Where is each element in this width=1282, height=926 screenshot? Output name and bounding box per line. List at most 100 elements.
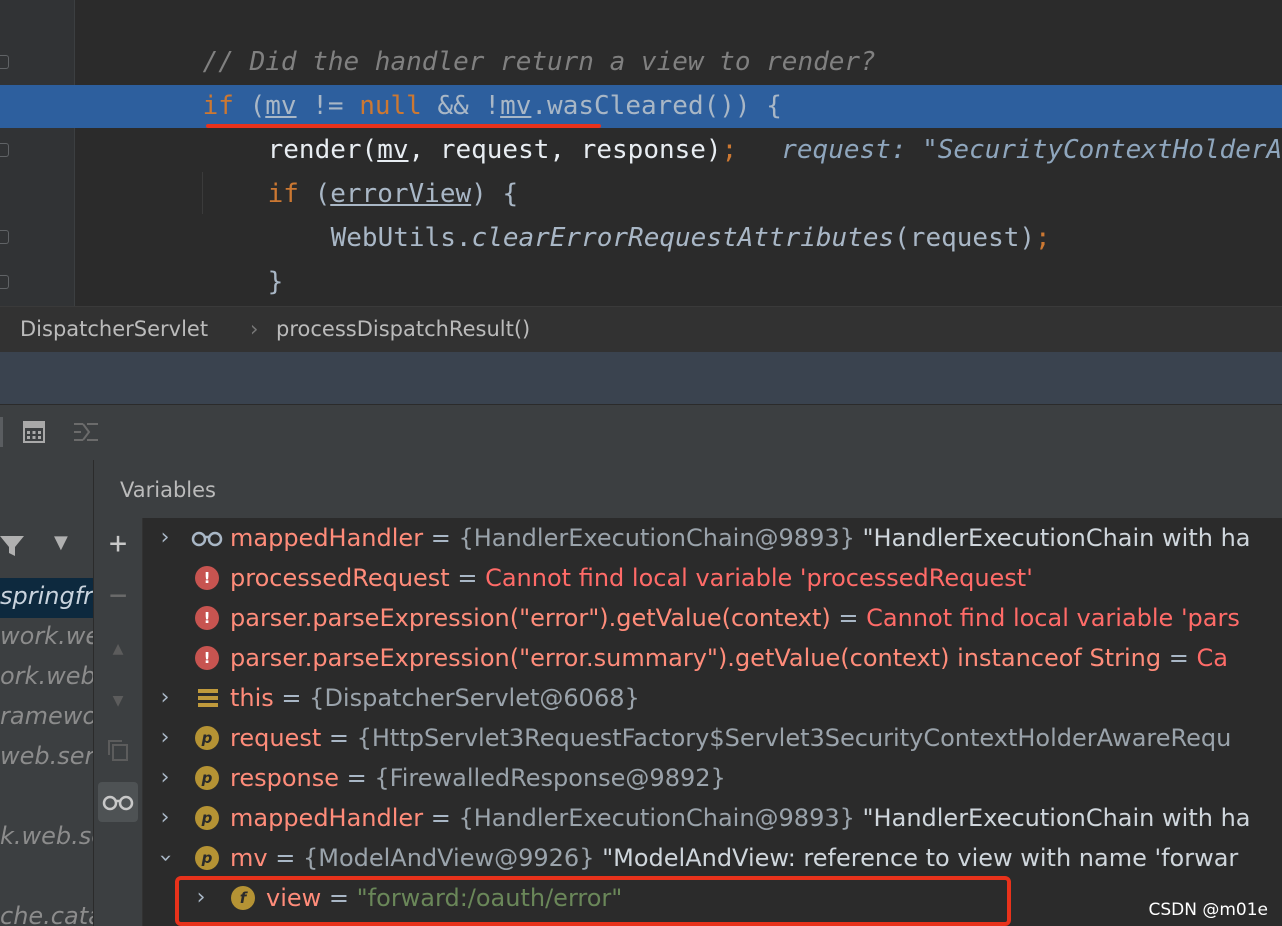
- frame-item[interactable]: che.cata: [0, 902, 93, 926]
- variable-row[interactable]: ! processedRequest = Cannot find local v…: [143, 558, 1282, 598]
- fold-marker[interactable]: [0, 55, 9, 69]
- fold-marker[interactable]: [0, 230, 9, 244]
- equals-sign: =: [423, 524, 459, 552]
- parameter-icon: p: [195, 806, 219, 830]
- code-line-comment: // Did the handler return a view to rend…: [140, 0, 876, 77]
- error-message: Ca: [1196, 644, 1228, 672]
- remove-watch-icon[interactable]: −: [104, 578, 132, 613]
- chevron-right-icon[interactable]: ›: [155, 758, 175, 798]
- variable-value: {HandlerExecutionChain@9893}: [458, 524, 855, 552]
- equals-sign: =: [423, 804, 459, 832]
- breadcrumb-separator: ›: [250, 317, 259, 341]
- equals-sign: =: [830, 604, 867, 632]
- variable-name: parser.parseExpression("error").getValue…: [230, 604, 831, 632]
- variable-row[interactable]: › p mappedHandler = {HandlerExecutionCha…: [143, 798, 1282, 838]
- variable-name: mv: [230, 844, 268, 872]
- equals-sign: =: [449, 564, 486, 592]
- add-watch-icon[interactable]: +: [104, 526, 132, 561]
- code-line-render: render(mv, request, response); request: "…: [205, 84, 1282, 165]
- method-clear-error-request-attributes[interactable]: clearErrorRequestAttributes: [472, 223, 895, 253]
- variable-name: request: [230, 724, 322, 752]
- frame-item[interactable]: rameworl: [0, 702, 93, 730]
- trace-current-stream-icon[interactable]: [73, 420, 99, 444]
- annotation-highlight-box: [175, 876, 1011, 926]
- chevron-down-icon[interactable]: ›: [145, 848, 185, 868]
- chevron-right-icon[interactable]: ›: [155, 798, 175, 838]
- indent-guide: [202, 172, 203, 214]
- variable-row[interactable]: › this = {DispatcherServlet@6068}: [143, 678, 1282, 718]
- variable-value: {ModelAndView@9926}: [302, 844, 595, 872]
- breadcrumb: DispatcherServlet › processDispatchResul…: [0, 306, 1282, 353]
- code-line-close-outer: }: [140, 260, 218, 304]
- variable-name: mappedHandler: [230, 524, 424, 552]
- chevron-right-icon[interactable]: ›: [155, 518, 175, 558]
- chevron-right-icon[interactable]: ›: [155, 718, 175, 758]
- filter-icon[interactable]: [0, 534, 26, 558]
- equals-sign: =: [1161, 644, 1197, 672]
- variable-name: mappedHandler: [230, 804, 424, 832]
- error-icon: !: [195, 566, 219, 590]
- frame-item[interactable]: work.web: [0, 622, 93, 650]
- object-icon: [198, 689, 218, 707]
- inline-debug-hint: request: "SecurityContextHolderAwar: [781, 135, 1282, 165]
- variable-value: {HttpServlet3RequestFactory$Servlet3Secu…: [356, 724, 1232, 752]
- chevron-down-icon[interactable]: ▼: [54, 532, 68, 553]
- code-line-clear: WebUtils.clearErrorRequestAttributes(req…: [268, 172, 1051, 253]
- evaluate-expression-icon[interactable]: [22, 420, 46, 444]
- fold-marker[interactable]: [0, 143, 9, 157]
- error-message: Cannot find local variable 'pars: [866, 604, 1240, 632]
- code-line-if: if (mv != null && !mv.wasCleared()) {: [140, 40, 782, 121]
- frame-item[interactable]: web.ser: [0, 742, 93, 770]
- frame-item[interactable]: ork.web: [0, 662, 93, 690]
- breadcrumb-method[interactable]: processDispatchResult(): [276, 317, 530, 341]
- equals-sign: =: [339, 764, 375, 792]
- chevron-right-icon[interactable]: ›: [155, 678, 175, 718]
- panel-divider[interactable]: [0, 352, 1282, 404]
- variable-row[interactable]: › p request = {HttpServlet3RequestFactor…: [143, 718, 1282, 758]
- frame-item[interactable]: springfr: [0, 582, 93, 610]
- duplicate-watch-icon[interactable]: [106, 738, 130, 762]
- variable-row[interactable]: ! parser.parseExpression("error").getVal…: [143, 598, 1282, 638]
- variables-toolbar: + − ▲ ▼: [94, 518, 143, 926]
- debug-toolbar: [0, 404, 1282, 462]
- error-icon: !: [195, 646, 219, 670]
- class-webutils: WebUtils.: [330, 223, 472, 253]
- code-token: ;: [1035, 223, 1051, 253]
- equals-sign: =: [321, 724, 357, 752]
- variable-row[interactable]: › mappedHandler = {HandlerExecutionChain…: [143, 518, 1282, 558]
- glasses-icon: [191, 531, 223, 547]
- code-token: (request): [894, 223, 1036, 253]
- code-editor[interactable]: // Did the handler return a view to rend…: [0, 0, 1282, 306]
- equals-sign: =: [273, 684, 310, 712]
- toolbar-edge: [0, 417, 3, 447]
- code-line-close-inner: }: [205, 216, 284, 297]
- code-line-if-errorview: if (errorView) {: [205, 128, 518, 209]
- variable-value: {FirewalledResponse@9892}: [374, 764, 726, 792]
- code-token: ;: [721, 135, 738, 165]
- error-icon: !: [195, 606, 219, 630]
- variables-tree[interactable]: › mappedHandler = {HandlerExecutionChain…: [143, 518, 1282, 926]
- variable-value: {DispatcherServlet@6068}: [309, 684, 640, 712]
- variable-value: {HandlerExecutionChain@9893}: [458, 804, 855, 832]
- variable-row[interactable]: ! parser.parseExpression("error.summary"…: [143, 638, 1282, 678]
- move-down-icon[interactable]: ▼: [104, 690, 132, 711]
- glasses-icon: [102, 795, 134, 811]
- variable-name: processedRequest: [230, 564, 450, 592]
- frame-item[interactable]: k.web.so: [0, 822, 93, 850]
- show-watches-toggle[interactable]: [98, 782, 138, 822]
- error-message: Cannot find local variable 'processedReq…: [485, 564, 1033, 592]
- equals-sign: =: [267, 844, 303, 872]
- fold-marker[interactable]: [0, 275, 9, 289]
- variable-name: parser.parseExpression("error.summary").…: [230, 644, 1162, 672]
- breadcrumb-class[interactable]: DispatcherServlet: [20, 317, 208, 341]
- frames-panel: ▼ springfr work.web ork.web rameworl web…: [0, 460, 94, 926]
- parameter-icon: p: [195, 726, 219, 750]
- variable-name: response: [230, 764, 340, 792]
- variable-row[interactable]: › p response = {FirewalledResponse@9892}: [143, 758, 1282, 798]
- variable-name: this: [230, 684, 274, 712]
- variable-row[interactable]: › p mv = {ModelAndView@9926} "ModelAndVi…: [143, 838, 1282, 878]
- parameter-icon: p: [195, 846, 219, 870]
- editor-gutter[interactable]: [0, 0, 75, 306]
- move-up-icon[interactable]: ▲: [104, 638, 132, 659]
- variables-header: Variables: [94, 460, 1282, 518]
